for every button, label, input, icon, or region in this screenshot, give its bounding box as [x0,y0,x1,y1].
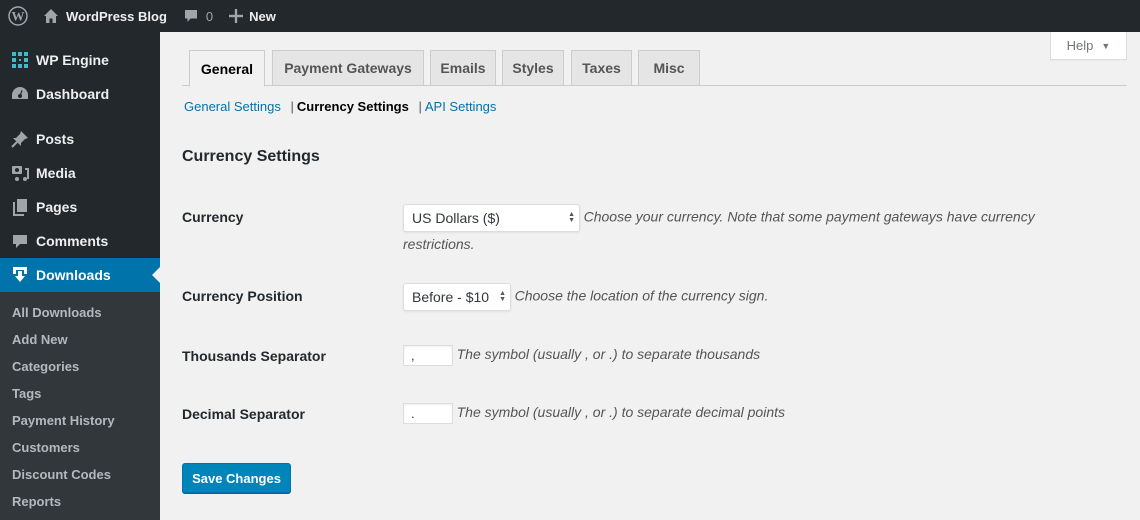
media-icon [10,163,30,183]
currency-select-value: US Dollars ($) [412,209,500,226]
tab-taxes[interactable]: Taxes [571,50,632,86]
admin-bar: W WordPress Blog 0 New [0,0,1140,32]
currency-select[interactable]: US Dollars ($) ▲ ▼ [403,204,580,232]
currency-position-select-value: Before - $10 [412,289,490,305]
submenu-item-discount-codes[interactable]: Discount Codes [0,461,160,488]
subnav-currency-settings[interactable]: Currency Settings [297,99,409,114]
sidebar-item-downloads[interactable]: Downloads [0,258,160,292]
currency-position-label: Currency Position [182,288,303,304]
tab-emails[interactable]: Emails [430,50,496,86]
subnav-general-settings[interactable]: General Settings [184,99,281,114]
pin-icon [10,129,30,149]
sidebar-item-dashboard[interactable]: Dashboard [0,77,160,111]
submenu-item-payment-history[interactable]: Payment History [0,407,160,434]
home-icon [43,8,59,24]
comment-icon [10,231,30,251]
submenu-item-categories[interactable]: Categories [0,353,160,380]
submenu-item-add-new[interactable]: Add New [0,326,160,353]
tab-misc[interactable]: Misc [638,50,700,86]
decimal-separator-field: . The symbol (usually , or .) to separat… [403,403,785,424]
sidebar-item-pages[interactable]: Pages [0,190,160,224]
currency-position-field: Before - $10 ▲ ▼ Choose the location of t… [403,283,768,311]
pages-icon [10,197,30,217]
sidebar-item-label: Media [36,165,76,181]
new-content-menu[interactable]: New [221,0,284,32]
sidebar-item-posts[interactable]: Posts [0,122,160,156]
sidebar-item-label: Downloads [36,267,111,283]
current-menu-arrow [152,267,160,283]
currency-label: Currency [182,209,244,225]
thousands-separator-input[interactable]: , [403,345,453,366]
comment-bubble-icon [183,8,199,24]
site-name: WordPress Blog [66,8,167,24]
sidebar-item-label: WP Engine [36,52,109,68]
sidebar-item-label: Pages [36,199,78,215]
decimal-separator-input[interactable]: . [403,403,453,424]
download-icon [10,265,30,285]
decimal-separator-label: Decimal Separator [182,406,305,422]
currency-field: US Dollars ($) ▲ ▼ Choose your currency. … [403,204,1103,257]
thousands-separator-field: , The symbol (usually , or .) to separat… [403,345,760,366]
dashboard-icon [10,84,30,104]
subnav-api-settings[interactable]: API Settings [425,99,497,114]
comments-link[interactable]: 0 [175,0,221,32]
section-title: Currency Settings [182,148,320,165]
sidebar-item-label: Comments [36,233,109,249]
caret-down-icon: ▼ [1101,40,1111,51]
comments-count: 0 [205,8,214,24]
subnav-separator: | [290,99,294,114]
sidebar-item-media[interactable]: Media [0,156,160,190]
decimal-separator-description: The symbol (usually , or .) to separate … [456,403,785,420]
sidebar-item-comments[interactable]: Comments [0,224,160,258]
submenu-item-tags[interactable]: Tags [0,380,160,407]
thousands-separator-label: Thousands Separator [182,348,326,364]
admin-sidebar: WP Engine Dashboard Posts Media Pages Co… [0,32,160,520]
wp-logo-menu[interactable]: W [0,0,35,32]
settings-tabs: General Payment Gateways Emails Styles T… [182,50,1127,87]
tab-general[interactable]: General [189,50,265,87]
currency-position-select[interactable]: Before - $10 ▲ ▼ [403,283,511,311]
select-arrows-icon: ▲ ▼ [499,290,506,303]
wp-engine-icon [10,50,30,70]
site-name-link[interactable]: WordPress Blog [35,0,175,32]
sidebar-item-label: Posts [36,131,75,147]
wordpress-logo-icon: W [8,6,28,26]
sidebar-item-wp-engine[interactable]: WP Engine [0,43,160,77]
submenu-item-customers[interactable]: Customers [0,434,160,461]
currency-position-description: Choose the location of the currency sign… [514,287,769,304]
sidebar-item-label: Dashboard [36,86,110,102]
submenu-item-reports[interactable]: Reports [0,488,160,515]
save-changes-button[interactable]: Save Changes [182,463,291,493]
plus-icon [229,9,244,23]
subnav-separator: | [418,99,422,114]
select-arrows-icon: ▲ ▼ [568,211,575,224]
svg-text:W: W [12,9,25,24]
thousands-separator-description: The symbol (usually , or .) to separate … [456,345,761,362]
new-label: New [249,8,276,24]
tab-styles[interactable]: Styles [502,50,564,86]
tab-payment-gateways[interactable]: Payment Gateways [272,50,424,86]
submenu-item-all-downloads[interactable]: All Downloads [0,299,160,326]
downloads-submenu: All Downloads Add New Categories Tags Pa… [0,292,160,520]
section-subnav: General Settings | Currency Settings | API… [184,99,496,114]
